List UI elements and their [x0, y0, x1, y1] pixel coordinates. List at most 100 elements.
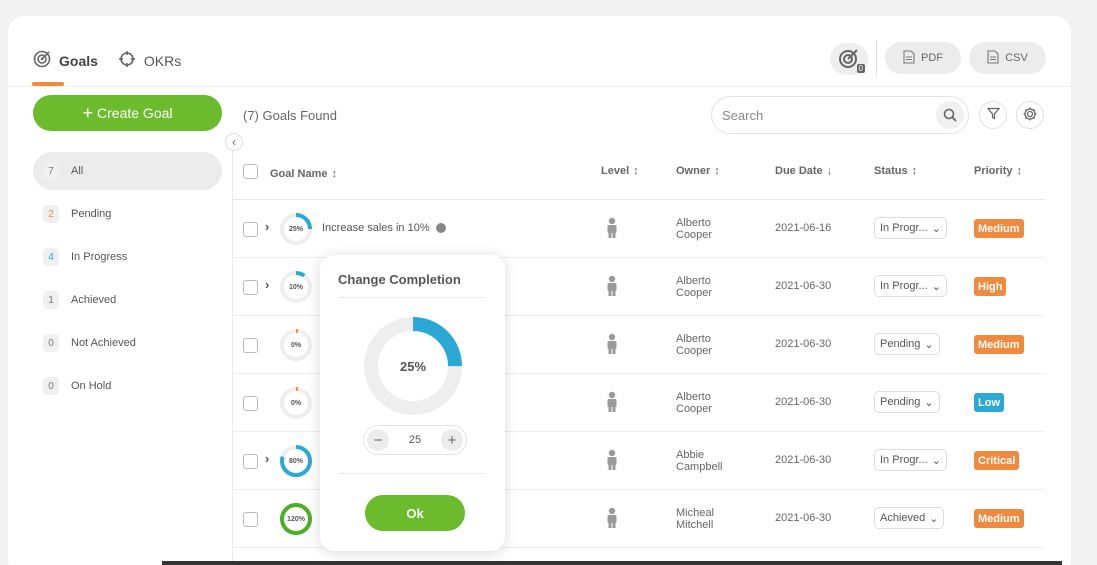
- sidebar-count: 1: [43, 291, 59, 309]
- owner-first-name: Alberto: [676, 333, 711, 345]
- top-tabs: Goals OKRs: [33, 50, 181, 71]
- row-checkbox[interactable]: [243, 454, 258, 469]
- table-row[interactable]: › 25% Increase sales in 10% Alberto Cooper 20…: [233, 200, 1045, 258]
- sidebar-item-achieved[interactable]: 1 Achieved: [33, 281, 222, 319]
- sort-icon: ↕: [633, 165, 639, 177]
- person-icon: [605, 217, 619, 242]
- expand-chevron-icon[interactable]: ›: [265, 451, 269, 466]
- owner-last-name: Cooper: [676, 403, 713, 415]
- badge-count: 0: [856, 64, 865, 73]
- owner-name: Abbie Campbell: [676, 449, 746, 473]
- document-icon: [903, 49, 915, 67]
- progress-label: 0%: [290, 399, 302, 407]
- sidebar-item-pending[interactable]: 2 Pending: [33, 195, 222, 233]
- priority-badge[interactable]: Medium: [974, 335, 1024, 354]
- crosshair-icon: [118, 50, 136, 71]
- status-dropdown[interactable]: In Progr... ⌄: [874, 275, 947, 297]
- row-checkbox[interactable]: [243, 512, 258, 527]
- tab-goals[interactable]: Goals: [33, 50, 98, 71]
- status-filter-sidebar: 7 All 2 Pending 4 In Progress 1 Achieved…: [33, 152, 222, 410]
- row-checkbox[interactable]: [243, 280, 258, 295]
- due-date: 2021-06-30: [775, 396, 832, 408]
- export-pdf-button[interactable]: PDF: [885, 42, 961, 74]
- owner-name: Alberto Cooper: [676, 391, 746, 415]
- filter-button[interactable]: [979, 101, 1007, 129]
- status-dropdown[interactable]: In Progr... ⌄: [874, 449, 947, 471]
- owner-first-name: Alberto: [676, 391, 711, 403]
- sidebar-item-not-achieved[interactable]: 0 Not Achieved: [33, 324, 222, 362]
- column-goal-name[interactable]: Goal Name ↕: [270, 168, 337, 180]
- header-divider: [8, 86, 1071, 87]
- due-date: 2021-06-30: [775, 338, 832, 350]
- person-icon: [605, 449, 619, 474]
- owner-first-name: Alberto: [676, 275, 711, 287]
- status-dropdown[interactable]: In Progr... ⌄: [874, 217, 947, 239]
- export-csv-button[interactable]: CSV: [969, 42, 1046, 74]
- progress-label: 80%: [288, 457, 303, 465]
- target-icon: [33, 50, 51, 71]
- status-value: Achieved: [880, 512, 926, 524]
- chevron-down-icon: ⌄: [929, 512, 939, 525]
- due-date: 2021-06-30: [775, 280, 832, 292]
- priority-badge[interactable]: High: [974, 277, 1007, 296]
- sidebar-item-in-progress[interactable]: 4 In Progress: [33, 238, 222, 276]
- dialog-title: Change Completion: [338, 272, 461, 287]
- column-label: Due Date: [775, 165, 823, 177]
- due-date: 2021-06-30: [775, 512, 832, 524]
- search-input[interactable]: [722, 107, 922, 123]
- bottom-scrollbar[interactable]: [162, 561, 1062, 565]
- priority-badge[interactable]: Medium: [974, 219, 1024, 238]
- goal-name[interactable]: Increase sales in 10%: [322, 222, 446, 234]
- chevron-left-icon: ‹: [232, 135, 236, 149]
- select-all-checkbox[interactable]: [243, 164, 258, 179]
- column-status[interactable]: Status ↕: [874, 165, 917, 177]
- priority-badge[interactable]: Low: [974, 393, 1004, 412]
- column-level[interactable]: Level ↕: [601, 165, 639, 177]
- sidebar-count: 7: [43, 162, 59, 180]
- progress-label: 10%: [288, 283, 303, 291]
- owner-last-name: Cooper: [676, 229, 713, 241]
- chevron-down-icon: ⌄: [924, 338, 934, 351]
- document-icon: [987, 49, 999, 67]
- owner-first-name: Abbie: [676, 449, 705, 461]
- sidebar-count: 4: [43, 248, 59, 266]
- settings-button[interactable]: [1016, 101, 1044, 129]
- expand-chevron-icon[interactable]: ›: [265, 219, 269, 234]
- chevron-down-icon: ⌄: [924, 396, 934, 409]
- sidebar-item-on-hold[interactable]: 0 On Hold: [33, 367, 222, 405]
- due-date: 2021-06-30: [775, 454, 832, 466]
- sidebar-item-all[interactable]: 7 All: [33, 152, 222, 190]
- row-checkbox[interactable]: [243, 338, 258, 353]
- progress-label: 120%: [287, 515, 305, 523]
- owner-name: Alberto Cooper: [676, 217, 746, 241]
- sort-icon: ↕: [714, 165, 720, 177]
- priority-badge[interactable]: Critical: [974, 451, 1020, 470]
- sidebar-item-label: Achieved: [71, 294, 117, 306]
- increment-button[interactable]: +: [441, 429, 463, 451]
- row-checkbox[interactable]: [243, 222, 258, 237]
- column-due-date[interactable]: Due Date ↓: [775, 165, 832, 177]
- status-dropdown[interactable]: Pending ⌄: [874, 333, 940, 355]
- decrement-button[interactable]: −: [367, 429, 389, 451]
- person-icon: [605, 275, 619, 300]
- goal-badge-button[interactable]: 0: [830, 43, 868, 75]
- create-goal-button[interactable]: + Create Goal: [33, 95, 222, 131]
- column-priority[interactable]: Priority ↕: [974, 165, 1022, 177]
- expand-chevron-icon[interactable]: ›: [265, 277, 269, 292]
- sort-icon: ↕: [331, 167, 337, 180]
- row-checkbox[interactable]: [243, 396, 258, 411]
- target-badge-icon: 0: [837, 47, 865, 73]
- person-icon: [605, 333, 619, 358]
- table-header: Goal Name ↕ Level ↕ Owner ↕ Due Date ↓ Statu…: [233, 148, 1045, 200]
- column-label: Priority: [974, 165, 1013, 177]
- tab-okrs[interactable]: OKRs: [118, 50, 181, 71]
- status-dropdown[interactable]: Pending ⌄: [874, 391, 940, 413]
- status-dropdown[interactable]: Achieved ⌄: [874, 507, 945, 529]
- priority-badge[interactable]: Medium: [974, 509, 1024, 528]
- column-owner[interactable]: Owner ↕: [676, 165, 720, 177]
- info-icon[interactable]: [435, 223, 446, 233]
- search-icon[interactable]: [936, 101, 964, 129]
- chevron-down-icon: ⌄: [931, 222, 941, 235]
- completion-value[interactable]: 25: [409, 434, 421, 446]
- ok-button[interactable]: Ok: [365, 495, 465, 531]
